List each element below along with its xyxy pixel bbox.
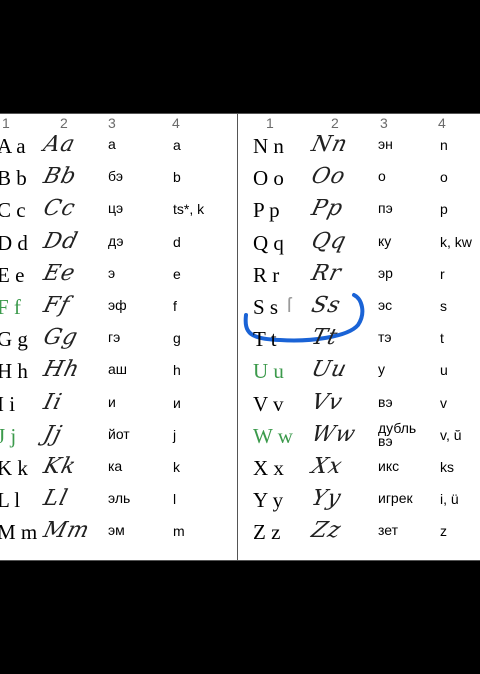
left-letter-sound: ts*, k bbox=[173, 201, 205, 218]
right-letter-sound: s bbox=[440, 298, 447, 314]
right-letter-name: вэ bbox=[378, 393, 393, 410]
left-letter-name: бэ bbox=[108, 168, 124, 185]
left-letter-name: э bbox=[108, 264, 116, 281]
left-script-letter: Hh bbox=[40, 357, 83, 383]
left-letter-name: йот bbox=[108, 425, 130, 442]
right-print-letter: P p bbox=[253, 198, 280, 223]
left-script-letter: Gg bbox=[40, 325, 81, 351]
right-letter-name: ку bbox=[378, 232, 392, 249]
left-letter-name: и bbox=[108, 393, 116, 410]
right-letter-name: эр bbox=[378, 264, 393, 281]
left-print-letter: K k bbox=[0, 456, 28, 480]
right-script-letter: Ww bbox=[308, 421, 359, 447]
left-letter-name: эль bbox=[108, 490, 131, 507]
right-letter-sound: u bbox=[440, 362, 448, 379]
right-print-letter: Z z bbox=[253, 520, 281, 545]
left-script-letter: Bb bbox=[40, 164, 80, 190]
right-letter-sound: i, ü bbox=[440, 491, 459, 508]
left-letter-name: ка bbox=[108, 458, 123, 474]
right-print-letter: Q q bbox=[253, 230, 284, 255]
left-print-letter: M m bbox=[0, 520, 38, 545]
left-script-letter: Cc bbox=[40, 196, 79, 222]
left-script-letter: Kk bbox=[40, 454, 79, 479]
right-print-letter: T t bbox=[253, 327, 277, 352]
right-letter-sound: r bbox=[440, 265, 445, 282]
right-script-letter: Xx bbox=[308, 454, 346, 479]
left-print-letter: D d bbox=[0, 230, 28, 255]
right-letter-sound: z bbox=[440, 523, 447, 540]
right-letter-name: зет bbox=[378, 522, 398, 539]
left-letter-sound: j bbox=[173, 426, 177, 443]
right-print-letter: S s bbox=[253, 295, 279, 319]
left-letter-sound: e bbox=[173, 265, 181, 282]
left-print-letter: I i bbox=[0, 391, 16, 416]
left-letter-name: эф bbox=[108, 297, 127, 313]
right-script-letter: Rr bbox=[308, 260, 345, 286]
right-letter-sound: n bbox=[440, 137, 448, 153]
right-print-letter: Y y bbox=[253, 488, 284, 513]
left-letter-sound: и bbox=[173, 394, 181, 411]
left-letter-name: аш bbox=[108, 361, 128, 378]
left-print-letter: A a bbox=[0, 134, 26, 158]
right-letter-name: икс bbox=[378, 458, 400, 474]
right-letter-sound: t bbox=[440, 330, 444, 347]
right-letter-sound: ks bbox=[440, 459, 454, 475]
left-letter-sound: l bbox=[173, 491, 177, 508]
left-print-letter: G g bbox=[0, 327, 28, 352]
right-script-letter: Uu bbox=[308, 357, 350, 383]
left-letter-sound: b bbox=[173, 169, 181, 186]
right-letter-sound: k, kw bbox=[440, 233, 472, 250]
left-print-letter: H h bbox=[0, 359, 28, 384]
right-print-letter: X x bbox=[253, 456, 284, 480]
right-print-letter: V v bbox=[253, 391, 284, 416]
left-letter-name: гэ bbox=[108, 329, 121, 346]
right-letter-sound: v, ŭ bbox=[440, 426, 462, 443]
left-letter-sound: m bbox=[173, 523, 185, 540]
left-letter-name: а bbox=[108, 136, 116, 152]
right-letter-name: тэ bbox=[378, 329, 392, 346]
right-long-s: ſ bbox=[287, 295, 292, 317]
right-script-letter: Nn bbox=[308, 132, 351, 157]
left-print-letter: B b bbox=[0, 166, 27, 191]
right-letter-name: игрек bbox=[378, 490, 413, 507]
right-print-letter: O o bbox=[253, 166, 284, 191]
left-letter-sound: a bbox=[173, 137, 181, 153]
left-letter-name: эм bbox=[108, 522, 125, 539]
right-letter-name: у bbox=[378, 361, 385, 378]
left-print-letter: C c bbox=[0, 198, 26, 223]
right-letter-name: эн bbox=[378, 136, 393, 152]
right-letter-sound: p bbox=[440, 201, 448, 218]
left-print-letter: L l bbox=[0, 488, 21, 513]
left-print-letter: F f bbox=[0, 295, 21, 319]
right-letter-sound: v bbox=[440, 394, 447, 411]
left-script-letter: Dd bbox=[40, 228, 81, 254]
right-letter-name: пэ bbox=[378, 200, 393, 217]
right-letter-name: дубль вэ bbox=[378, 419, 417, 449]
right-script-letter: Qq bbox=[308, 228, 350, 254]
left-script-letter: Ee bbox=[40, 260, 79, 286]
right-letter-name: эс bbox=[378, 297, 393, 313]
right-script-letter: Vv bbox=[308, 389, 346, 415]
right-print-letter: U u bbox=[253, 359, 284, 384]
right-letter-sound: o bbox=[440, 169, 448, 186]
right-letter-name: о bbox=[378, 168, 386, 185]
left-script-letter: Aa bbox=[40, 132, 79, 157]
right-script-letter: Pp bbox=[308, 196, 347, 222]
left-letter-name: дэ bbox=[108, 232, 124, 249]
right-print-letter: W w bbox=[253, 423, 293, 448]
left-letter-sound: f bbox=[173, 298, 177, 314]
right-script-letter: Oo bbox=[308, 164, 349, 190]
left-letter-sound: h bbox=[173, 362, 181, 379]
alphabet-table: 1 2 3 4 1 2 3 4 A a Aa а a B b Bb бэ b C c Cc цэ ts… bbox=[0, 113, 480, 561]
left-letter-sound: d bbox=[173, 233, 181, 250]
right-print-letter: N n bbox=[253, 134, 284, 158]
left-print-letter: J j bbox=[0, 423, 17, 448]
left-letter-name: цэ bbox=[108, 200, 124, 217]
left-letter-sound: k bbox=[173, 459, 180, 475]
left-print-letter: E e bbox=[0, 262, 25, 287]
left-letter-sound: g bbox=[173, 330, 181, 347]
left-script-letter: Mm bbox=[40, 518, 93, 544]
right-print-letter: R r bbox=[253, 262, 280, 287]
